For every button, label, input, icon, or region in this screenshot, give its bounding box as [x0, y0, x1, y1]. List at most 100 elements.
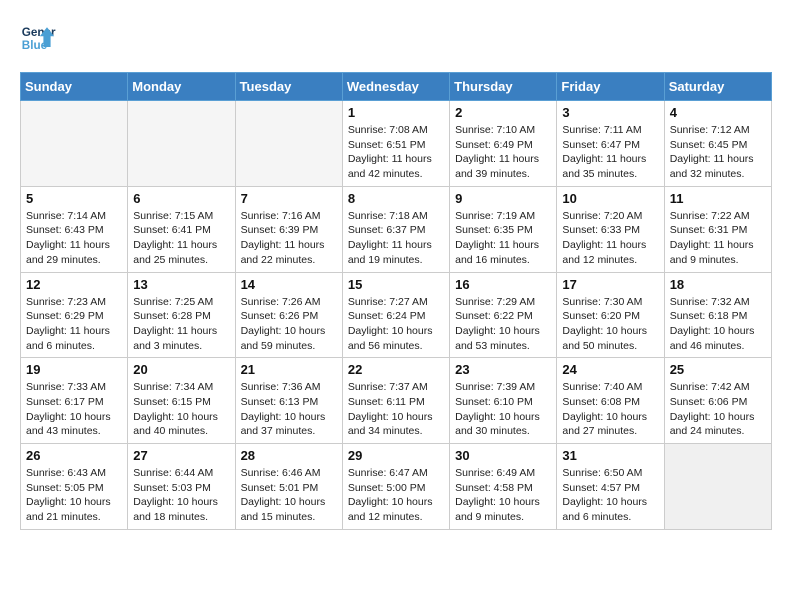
calendar-cell: 14Sunrise: 7:26 AM Sunset: 6:26 PM Dayli…	[235, 272, 342, 358]
day-number: 17	[562, 277, 658, 292]
day-number: 7	[241, 191, 337, 206]
calendar-cell: 7 Sunrise: 7:16 AM Sunset: 6:39 PM Daylig…	[235, 186, 342, 272]
calendar-cell: 21 Sunrise: 7:36 AM Sunset: 6:13 PM Dayli…	[235, 358, 342, 444]
day-number: 28	[241, 448, 337, 463]
day-number: 9	[455, 191, 551, 206]
day-info: Sunrise: 7:40 AM Sunset: 6:08 PM Dayligh…	[562, 380, 658, 439]
week-row-3: 12 Sunrise: 7:23 AM Sunset: 6:29 PM Dayli…	[21, 272, 772, 358]
day-info: Sunrise: 6:50 AM Sunset: 4:57 PM Dayligh…	[562, 466, 658, 525]
calendar-table: SundayMondayTuesdayWednesdayThursdayFrid…	[20, 72, 772, 530]
weekday-header-tuesday: Tuesday	[235, 73, 342, 101]
day-number: 20	[133, 362, 229, 377]
calendar-cell: 29 Sunrise: 6:47 AM Sunset: 5:00 PM Dayli…	[342, 444, 449, 530]
weekday-header-sunday: Sunday	[21, 73, 128, 101]
day-number: 2	[455, 105, 551, 120]
day-info: Sunrise: 6:44 AM Sunset: 5:03 PM Dayligh…	[133, 466, 229, 525]
day-number: 24	[562, 362, 658, 377]
calendar-cell: 25 Sunrise: 7:42 AM Sunset: 6:06 PM Dayli…	[664, 358, 771, 444]
day-number: 21	[241, 362, 337, 377]
week-row-4: 19 Sunrise: 7:33 AM Sunset: 6:17 PM Dayli…	[21, 358, 772, 444]
day-number: 30	[455, 448, 551, 463]
day-number: 29	[348, 448, 444, 463]
calendar-cell: 9Sunrise: 7:19 AM Sunset: 6:35 PM Daylig…	[450, 186, 557, 272]
calendar-cell: 8 Sunrise: 7:18 AM Sunset: 6:37 PM Daylig…	[342, 186, 449, 272]
day-info: Sunrise: 6:47 AM Sunset: 5:00 PM Dayligh…	[348, 466, 444, 525]
weekday-header-thursday: Thursday	[450, 73, 557, 101]
day-info: Sunrise: 7:16 AM Sunset: 6:39 PM Dayligh…	[241, 209, 337, 268]
day-number: 13	[133, 277, 229, 292]
day-info: Sunrise: 7:23 AM Sunset: 6:29 PM Dayligh…	[26, 295, 122, 354]
calendar-cell: 11 Sunrise: 7:22 AM Sunset: 6:31 PM Dayli…	[664, 186, 771, 272]
day-info: Sunrise: 7:18 AM Sunset: 6:37 PM Dayligh…	[348, 209, 444, 268]
day-info: Sunrise: 7:11 AM Sunset: 6:47 PM Dayligh…	[562, 123, 658, 182]
day-number: 25	[670, 362, 766, 377]
calendar-cell: 5Sunrise: 7:14 AM Sunset: 6:43 PM Daylig…	[21, 186, 128, 272]
calendar-cell: 16 Sunrise: 7:29 AM Sunset: 6:22 PM Dayli…	[450, 272, 557, 358]
day-number: 16	[455, 277, 551, 292]
calendar-cell	[235, 101, 342, 187]
day-number: 6	[133, 191, 229, 206]
day-info: Sunrise: 7:36 AM Sunset: 6:13 PM Dayligh…	[241, 380, 337, 439]
logo: General Blue	[20, 20, 56, 56]
day-number: 10	[562, 191, 658, 206]
day-info: Sunrise: 7:12 AM Sunset: 6:45 PM Dayligh…	[670, 123, 766, 182]
calendar-cell: 20 Sunrise: 7:34 AM Sunset: 6:15 PM Dayli…	[128, 358, 235, 444]
calendar-cell: 2 Sunrise: 7:10 AM Sunset: 6:49 PM Daylig…	[450, 101, 557, 187]
calendar-cell	[21, 101, 128, 187]
day-info: Sunrise: 7:39 AM Sunset: 6:10 PM Dayligh…	[455, 380, 551, 439]
day-info: Sunrise: 6:46 AM Sunset: 5:01 PM Dayligh…	[241, 466, 337, 525]
week-row-1: 1Sunrise: 7:08 AM Sunset: 6:51 PM Daylig…	[21, 101, 772, 187]
calendar-cell: 12 Sunrise: 7:23 AM Sunset: 6:29 PM Dayli…	[21, 272, 128, 358]
day-number: 4	[670, 105, 766, 120]
weekday-header-wednesday: Wednesday	[342, 73, 449, 101]
calendar-cell: 30 Sunrise: 6:49 AM Sunset: 4:58 PM Dayli…	[450, 444, 557, 530]
day-number: 19	[26, 362, 122, 377]
calendar-cell	[664, 444, 771, 530]
day-number: 11	[670, 191, 766, 206]
day-number: 27	[133, 448, 229, 463]
day-number: 12	[26, 277, 122, 292]
calendar-cell: 15Sunrise: 7:27 AM Sunset: 6:24 PM Dayli…	[342, 272, 449, 358]
weekday-header-saturday: Saturday	[664, 73, 771, 101]
calendar-cell: 1Sunrise: 7:08 AM Sunset: 6:51 PM Daylig…	[342, 101, 449, 187]
day-number: 18	[670, 277, 766, 292]
calendar-cell: 23 Sunrise: 7:39 AM Sunset: 6:10 PM Dayli…	[450, 358, 557, 444]
day-info: Sunrise: 7:42 AM Sunset: 6:06 PM Dayligh…	[670, 380, 766, 439]
day-info: Sunrise: 7:37 AM Sunset: 6:11 PM Dayligh…	[348, 380, 444, 439]
calendar-cell: 6 Sunrise: 7:15 AM Sunset: 6:41 PM Daylig…	[128, 186, 235, 272]
calendar-cell: 19 Sunrise: 7:33 AM Sunset: 6:17 PM Dayli…	[21, 358, 128, 444]
day-number: 15	[348, 277, 444, 292]
day-info: Sunrise: 7:29 AM Sunset: 6:22 PM Dayligh…	[455, 295, 551, 354]
day-number: 3	[562, 105, 658, 120]
day-info: Sunrise: 7:15 AM Sunset: 6:41 PM Dayligh…	[133, 209, 229, 268]
day-info: Sunrise: 6:49 AM Sunset: 4:58 PM Dayligh…	[455, 466, 551, 525]
calendar-cell: 26Sunrise: 6:43 AM Sunset: 5:05 PM Dayli…	[21, 444, 128, 530]
day-info: Sunrise: 7:22 AM Sunset: 6:31 PM Dayligh…	[670, 209, 766, 268]
day-info: Sunrise: 7:33 AM Sunset: 6:17 PM Dayligh…	[26, 380, 122, 439]
day-number: 1	[348, 105, 444, 120]
week-row-2: 5Sunrise: 7:14 AM Sunset: 6:43 PM Daylig…	[21, 186, 772, 272]
calendar-cell: 22 Sunrise: 7:37 AM Sunset: 6:11 PM Dayli…	[342, 358, 449, 444]
page-header: General Blue	[20, 20, 772, 56]
day-number: 8	[348, 191, 444, 206]
day-info: Sunrise: 7:26 AM Sunset: 6:26 PM Dayligh…	[241, 295, 337, 354]
weekday-header-row: SundayMondayTuesdayWednesdayThursdayFrid…	[21, 73, 772, 101]
day-info: Sunrise: 7:30 AM Sunset: 6:20 PM Dayligh…	[562, 295, 658, 354]
day-number: 5	[26, 191, 122, 206]
day-info: Sunrise: 7:10 AM Sunset: 6:49 PM Dayligh…	[455, 123, 551, 182]
calendar-cell: 4 Sunrise: 7:12 AM Sunset: 6:45 PM Daylig…	[664, 101, 771, 187]
day-info: Sunrise: 7:34 AM Sunset: 6:15 PM Dayligh…	[133, 380, 229, 439]
calendar-cell: 27 Sunrise: 6:44 AM Sunset: 5:03 PM Dayli…	[128, 444, 235, 530]
calendar-cell: 17 Sunrise: 7:30 AM Sunset: 6:20 PM Dayli…	[557, 272, 664, 358]
day-number: 31	[562, 448, 658, 463]
day-info: Sunrise: 7:20 AM Sunset: 6:33 PM Dayligh…	[562, 209, 658, 268]
calendar-cell: 10 Sunrise: 7:20 AM Sunset: 6:33 PM Dayli…	[557, 186, 664, 272]
calendar-cell: 24 Sunrise: 7:40 AM Sunset: 6:08 PM Dayli…	[557, 358, 664, 444]
day-number: 22	[348, 362, 444, 377]
calendar-cell: 3 Sunrise: 7:11 AM Sunset: 6:47 PM Daylig…	[557, 101, 664, 187]
day-number: 23	[455, 362, 551, 377]
calendar-cell: 13 Sunrise: 7:25 AM Sunset: 6:28 PM Dayli…	[128, 272, 235, 358]
calendar-cell: 31 Sunrise: 6:50 AM Sunset: 4:57 PM Dayli…	[557, 444, 664, 530]
weekday-header-monday: Monday	[128, 73, 235, 101]
day-info: Sunrise: 7:25 AM Sunset: 6:28 PM Dayligh…	[133, 295, 229, 354]
